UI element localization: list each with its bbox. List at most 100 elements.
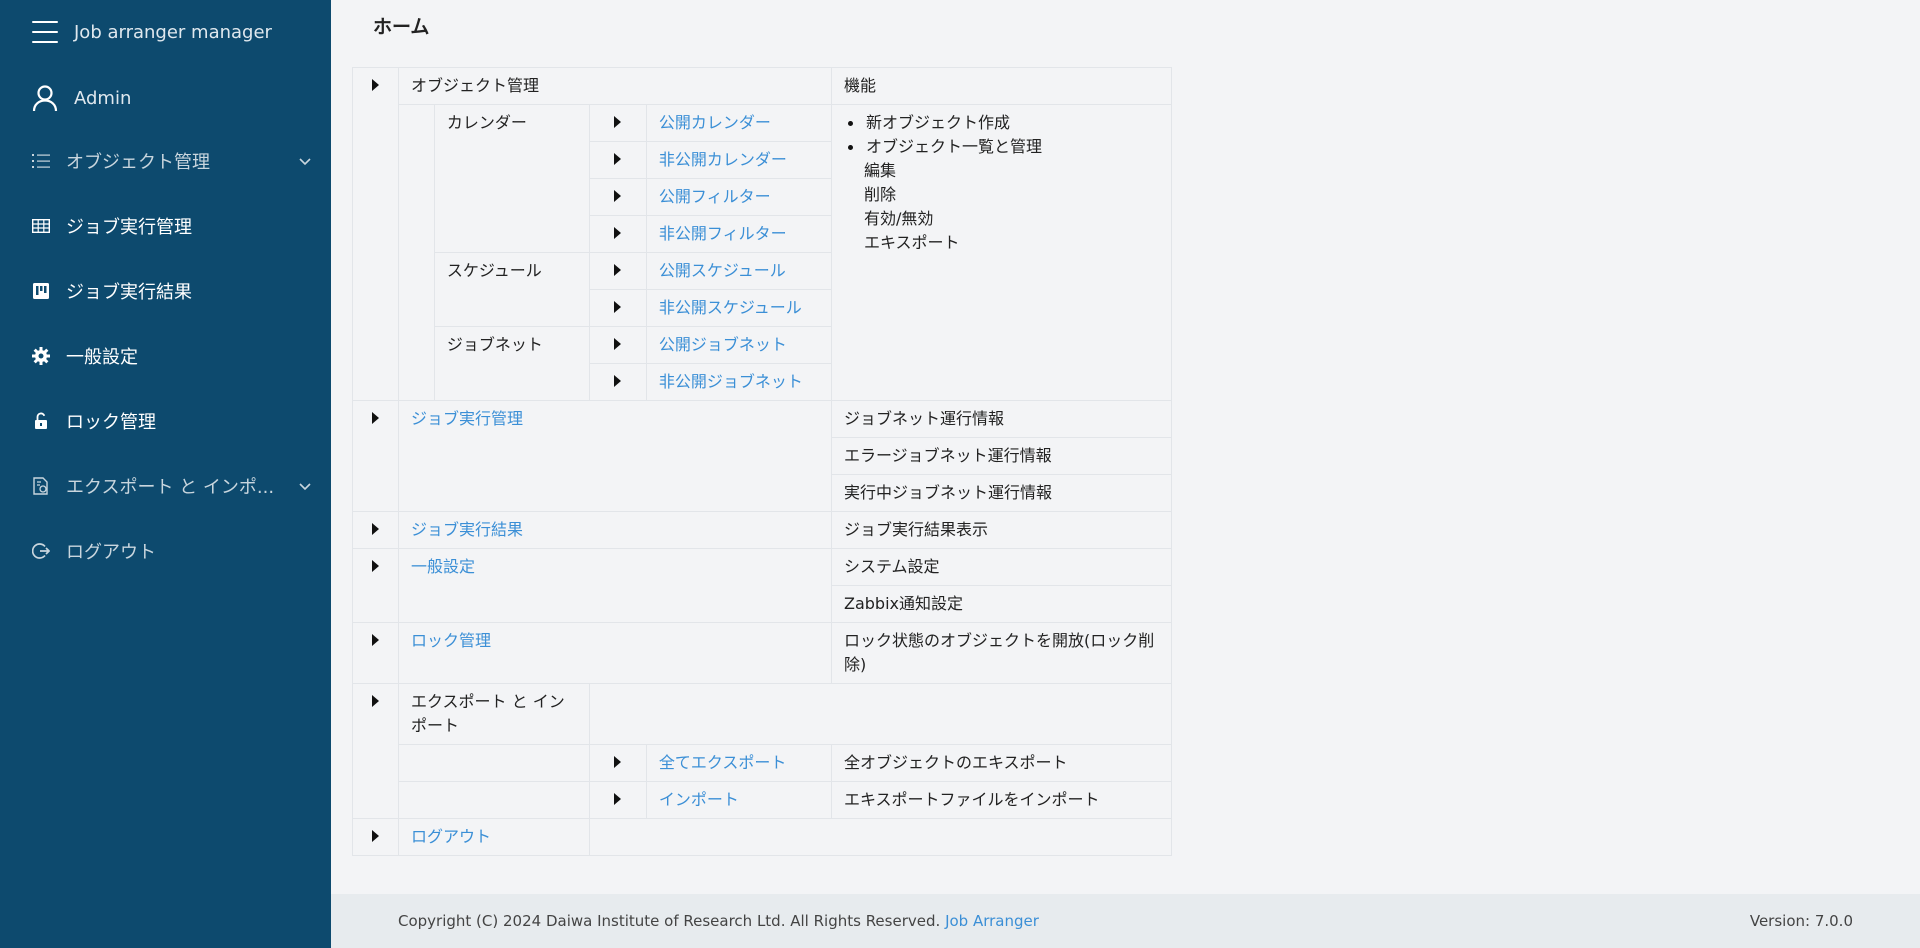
expand-toggle[interactable] (352, 683, 399, 819)
link-logout[interactable]: ログアウト (411, 827, 491, 846)
sidebar-item-export-import[interactable]: エクスポート と インポ... (32, 468, 312, 504)
expand-toggle[interactable] (588, 215, 647, 253)
description-cell: エキスポートファイルをインポート (831, 781, 1172, 819)
table-row: ジョブ実行管理 ジョブネット運行情報 (352, 400, 1172, 512)
expand-toggle[interactable] (352, 511, 399, 549)
link-public-jobnet[interactable]: 公開ジョブネット (659, 335, 787, 354)
sidebar-item-label: オブジェクト管理 (66, 152, 210, 173)
link-job-execution-management[interactable]: ジョブ実行管理 (411, 409, 523, 428)
caret-right-icon (372, 412, 379, 424)
expand-toggle[interactable] (588, 141, 647, 179)
table-row: エクスポート と インポート (352, 683, 1173, 819)
table-cell: 公開スケジュール (645, 252, 833, 290)
link-public-calendar[interactable]: 公開カレンダー (659, 113, 771, 132)
empty-cell (588, 818, 1173, 856)
caret-right-icon (614, 116, 622, 128)
sidebar-item-label: ロック管理 (66, 412, 156, 433)
link-general-settings[interactable]: 一般設定 (411, 557, 475, 576)
table-row: カレンダー 公開カレンダー 新オブジェクト作成 オブジェクト一覧と管理 編集 削… (353, 104, 1172, 401)
caret-right-icon (372, 830, 379, 842)
expand-toggle[interactable] (352, 818, 399, 856)
expand-toggle[interactable] (588, 781, 647, 819)
hamburger-menu-icon[interactable] (32, 21, 58, 43)
sidebar-item-label: エクスポート と インポ... (66, 477, 275, 498)
expand-toggle[interactable] (352, 548, 399, 623)
table-cell: ジョブ実行管理 (398, 400, 832, 512)
feature-item: 新オブジェクト作成 (844, 111, 1159, 135)
table-cell: ログアウト (398, 818, 590, 856)
table-row: インポート エキスポートファイルをインポート (353, 781, 1172, 819)
sidebar-item-label: ジョブ実行管理 (66, 217, 192, 238)
link-private-calendar[interactable]: 非公開カレンダー (659, 150, 787, 169)
sidebar-header: Job arranger manager (32, 14, 272, 50)
description-cell: エラージョブネット運行情報 (831, 437, 1172, 475)
feature-item: 有効/無効 (864, 209, 934, 228)
link-private-filter[interactable]: 非公開フィルター (659, 224, 787, 243)
sidebar-item-object-management[interactable]: オブジェクト管理 (32, 143, 312, 179)
expand-toggle[interactable] (352, 622, 399, 684)
table-row: ロック管理 ロック状態のオブジェクトを開放(ロック削除) (352, 622, 1172, 684)
link-private-jobnet[interactable]: 非公開ジョブネット (659, 372, 803, 391)
object-management-label: オブジェクト管理 (398, 67, 832, 105)
sidebar-item-label: 一般設定 (66, 347, 138, 368)
feature-item: 編集 (864, 161, 897, 180)
expand-toggle[interactable] (588, 104, 647, 142)
lock-icon (32, 412, 50, 430)
link-lock-management[interactable]: ロック管理 (411, 631, 491, 650)
sidebar-item-job-execution-management[interactable]: ジョブ実行管理 (32, 208, 312, 244)
caret-right-icon (614, 301, 622, 313)
expand-toggle[interactable] (352, 67, 399, 401)
expand-toggle[interactable] (352, 400, 399, 512)
table-cell: 非公開ジョブネット (645, 363, 833, 401)
feature-list-cell: 新オブジェクト作成 オブジェクト一覧と管理 編集 削除 有効/無効 エキスポート (831, 104, 1172, 401)
caret-right-icon (372, 523, 379, 535)
sidebar-item-lock-management[interactable]: ロック管理 (32, 403, 312, 439)
feature-list: 新オブジェクト作成 オブジェクト一覧と管理 編集 削除 有効/無効 エキスポート (844, 111, 1159, 255)
footer: Copyright (C) 2024 Daiwa Institute of Re… (331, 894, 1920, 948)
gear-icon (32, 347, 50, 365)
link-public-schedule[interactable]: 公開スケジュール (659, 261, 786, 280)
sidebar-item-general-settings[interactable]: 一般設定 (32, 338, 312, 374)
description-cell: 全オブジェクトのエキスポート (831, 744, 1172, 782)
sidebar-item-logout[interactable]: ログアウト (32, 533, 312, 569)
version-label: Version: 7.0.0 (1749, 912, 1853, 930)
table-cell: ジョブ実行結果 (398, 511, 832, 549)
table-cell: 非公開カレンダー (645, 141, 833, 179)
link-private-schedule[interactable]: 非公開スケジュール (659, 298, 802, 317)
expand-toggle[interactable] (588, 289, 647, 327)
link-export-all[interactable]: 全てエクスポート (659, 753, 787, 772)
description-cell: システム設定 (831, 548, 1172, 586)
expand-toggle[interactable] (588, 326, 647, 364)
link-public-filter[interactable]: 公開フィルター (659, 187, 771, 206)
expand-toggle[interactable] (588, 363, 647, 401)
caret-right-icon (372, 79, 379, 91)
footer-link-job-arranger[interactable]: Job Arranger (945, 912, 1039, 930)
feature-item: 削除 (864, 185, 897, 204)
link-import[interactable]: インポート (659, 790, 739, 809)
chevron-down-icon (299, 158, 311, 166)
feature-header: 機能 (831, 67, 1172, 105)
export-import-label: エクスポート と インポート (398, 683, 590, 745)
board-icon (32, 282, 50, 300)
description-cell: Zabbix通知設定 (831, 585, 1172, 623)
user-profile[interactable]: Admin (32, 80, 131, 116)
table-cell: ロック管理 (398, 622, 832, 684)
sidebar-item-job-execution-result[interactable]: ジョブ実行結果 (32, 273, 312, 309)
table-cell: 非公開スケジュール (645, 289, 833, 327)
link-job-execution-result[interactable]: ジョブ実行結果 (411, 520, 523, 539)
expand-toggle[interactable] (588, 178, 647, 216)
caret-right-icon (614, 756, 622, 768)
empty-cell (588, 683, 1173, 745)
expand-toggle[interactable] (588, 252, 647, 290)
table-row: ジョブ実行結果 ジョブ実行結果表示 (352, 511, 1172, 549)
caret-right-icon (614, 264, 622, 276)
group-schedule: スケジュール (433, 252, 590, 327)
caret-right-icon (614, 338, 622, 350)
copyright: Copyright (C) 2024 Daiwa Institute of Re… (398, 912, 1039, 930)
group-calendar: カレンダー (433, 104, 590, 253)
caret-right-icon (614, 375, 622, 387)
feature-item: エキスポート (864, 233, 960, 252)
description-cell: ロック状態のオブジェクトを開放(ロック削除) (831, 622, 1172, 684)
expand-toggle[interactable] (588, 744, 647, 782)
table-row: 一般設定 システム設定 (352, 548, 1172, 623)
